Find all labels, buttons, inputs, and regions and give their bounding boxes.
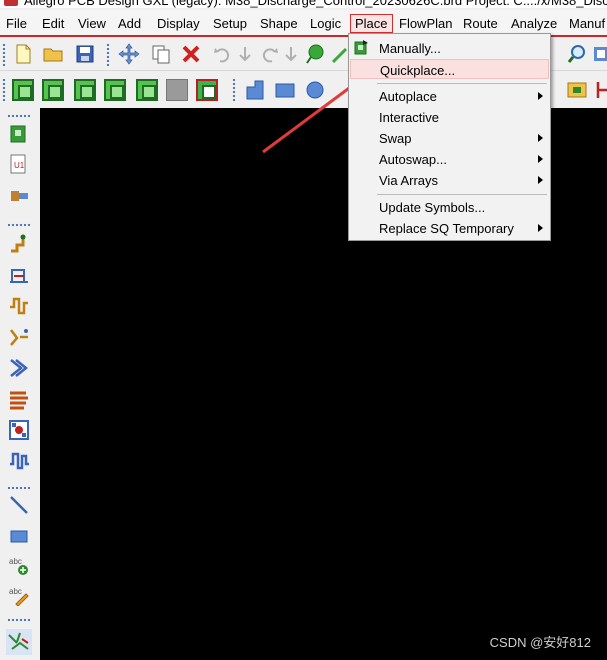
menu-place[interactable]: Place xyxy=(350,14,393,33)
add-line-icon[interactable] xyxy=(8,494,30,516)
menu-route[interactable]: Route xyxy=(463,16,498,31)
new-file-icon[interactable] xyxy=(12,43,34,65)
menu-item-label: Quickplace... xyxy=(380,63,456,78)
menu-item-label: Autoswap... xyxy=(379,152,447,167)
group-icon[interactable] xyxy=(8,419,30,441)
svg-text:abc: abc xyxy=(9,557,22,566)
menu-file[interactable]: File xyxy=(6,16,27,31)
add-component-icon[interactable] xyxy=(8,123,30,145)
submenu-arrow-icon xyxy=(538,176,543,184)
drc-icon[interactable] xyxy=(6,629,32,655)
toolbar-grip[interactable] xyxy=(232,78,236,102)
view-icon[interactable] xyxy=(592,43,607,65)
menu-manufacture[interactable]: Manuf xyxy=(569,16,605,31)
toolbar-grip[interactable] xyxy=(106,43,110,67)
green-pin-icon[interactable] xyxy=(304,43,326,65)
connector-icon[interactable] xyxy=(8,185,30,207)
svg-text:abc: abc xyxy=(9,587,22,596)
save-icon[interactable] xyxy=(74,43,96,65)
watermark: CSDN @安好812 xyxy=(489,635,591,650)
menu-item-autoswap[interactable]: Autoswap... xyxy=(350,149,549,169)
delay-tune-icon[interactable] xyxy=(8,295,30,317)
menu-edit[interactable]: Edit xyxy=(42,16,64,31)
place-filter-icon-4[interactable] xyxy=(104,79,126,101)
shape-rect-icon[interactable] xyxy=(274,79,296,101)
menu-logic[interactable]: Logic xyxy=(310,16,341,31)
app-logo-icon xyxy=(4,0,18,6)
submenu-arrow-icon xyxy=(538,92,543,100)
menu-item-replace-sq-temporary[interactable]: Replace SQ Temporary xyxy=(350,218,549,238)
toolbar-grip[interactable] xyxy=(7,618,31,622)
menu-display[interactable]: Display xyxy=(157,16,200,31)
add-text-icon[interactable]: abc xyxy=(8,554,30,576)
title-bar: Allegro PCB Design GXL (legacy): M38_Dis… xyxy=(0,0,607,8)
menu-item-quickplace[interactable]: Quickplace... xyxy=(350,59,549,79)
app-window: Allegro PCB Design GXL (legacy): M38_Dis… xyxy=(0,0,607,660)
delete-icon[interactable] xyxy=(180,43,202,65)
menu-item-label: Replace SQ Temporary xyxy=(379,221,514,236)
menu-item-swap[interactable]: Swap xyxy=(350,128,549,148)
edit-text-icon[interactable]: abc xyxy=(8,584,30,606)
menu-item-label: Interactive xyxy=(379,110,439,125)
menu-shape[interactable]: Shape xyxy=(260,16,298,31)
disabled-filter-icon[interactable] xyxy=(166,79,188,101)
slide-icon[interactable] xyxy=(8,264,30,286)
component-icon[interactable] xyxy=(566,79,588,101)
undo-icon[interactable] xyxy=(212,43,234,65)
fanout-icon[interactable] xyxy=(8,326,30,348)
menu-item-interactive[interactable]: Interactive xyxy=(350,107,549,127)
menu-item-label: Swap xyxy=(379,131,412,146)
shape-l-icon[interactable] xyxy=(244,79,266,101)
toolbar-grip[interactable] xyxy=(2,43,6,67)
route-arrow-icon[interactable] xyxy=(8,357,30,379)
toolbar-grip[interactable] xyxy=(7,223,31,227)
add-connect-icon[interactable] xyxy=(8,232,30,254)
menu-item-label: Update Symbols... xyxy=(379,200,486,215)
toolbar-grip[interactable] xyxy=(7,114,31,118)
menu-item-update-symbols[interactable]: Update Symbols... xyxy=(350,197,549,217)
menu-item-manually[interactable]: Manually... xyxy=(350,38,549,58)
menu-separator xyxy=(377,83,547,84)
menu-separator xyxy=(377,194,547,195)
menu-analyze[interactable]: Analyze xyxy=(511,16,557,31)
svg-text:U1: U1 xyxy=(14,161,25,170)
place-filter-icon-3[interactable] xyxy=(74,79,96,101)
menu-item-label: Via Arrays xyxy=(379,173,439,188)
submenu-arrow-icon xyxy=(538,134,543,142)
shape-circle-icon[interactable] xyxy=(304,79,326,101)
toolbar-grip[interactable] xyxy=(2,78,6,102)
place-menu: Manually... Quickplace... Autoplace Inte… xyxy=(348,33,551,241)
move-icon[interactable] xyxy=(118,43,140,65)
window-title: Allegro PCB Design GXL (legacy): M38_Dis… xyxy=(24,0,607,8)
open-folder-icon[interactable] xyxy=(42,43,64,65)
submenu-arrow-icon xyxy=(538,224,543,232)
place-filter-icon-6[interactable] xyxy=(196,79,218,101)
toolbar-grip[interactable] xyxy=(7,486,31,490)
menu-setup[interactable]: Setup xyxy=(213,16,247,31)
phase-tune-icon[interactable] xyxy=(8,450,30,472)
menu-view[interactable]: View xyxy=(78,16,106,31)
menu-item-label: Autoplace xyxy=(379,89,437,104)
highlight-icon[interactable] xyxy=(594,79,607,101)
place-filter-icon-1[interactable] xyxy=(12,79,34,101)
u1-symbol-icon[interactable]: U1 xyxy=(8,153,30,175)
submenu-arrow-icon xyxy=(538,155,543,163)
zoom-icon[interactable] xyxy=(566,43,588,65)
bundle-icon[interactable] xyxy=(8,388,30,410)
add-rect-icon[interactable] xyxy=(8,525,30,547)
menu-item-via-arrays[interactable]: Via Arrays xyxy=(350,170,549,190)
menu-flowplan[interactable]: FlowPlan xyxy=(399,16,452,31)
place-filter-icon-2[interactable] xyxy=(42,79,64,101)
redo-icon[interactable] xyxy=(258,43,280,65)
menu-item-autoplace[interactable]: Autoplace xyxy=(350,86,549,106)
undo-dropdown-icon[interactable] xyxy=(234,43,256,65)
copy-icon[interactable] xyxy=(150,43,172,65)
menu-item-label: Manually... xyxy=(379,41,441,56)
place-filter-icon-5[interactable] xyxy=(136,79,158,101)
redo-dropdown-icon[interactable] xyxy=(280,43,302,65)
menu-add[interactable]: Add xyxy=(118,16,141,31)
